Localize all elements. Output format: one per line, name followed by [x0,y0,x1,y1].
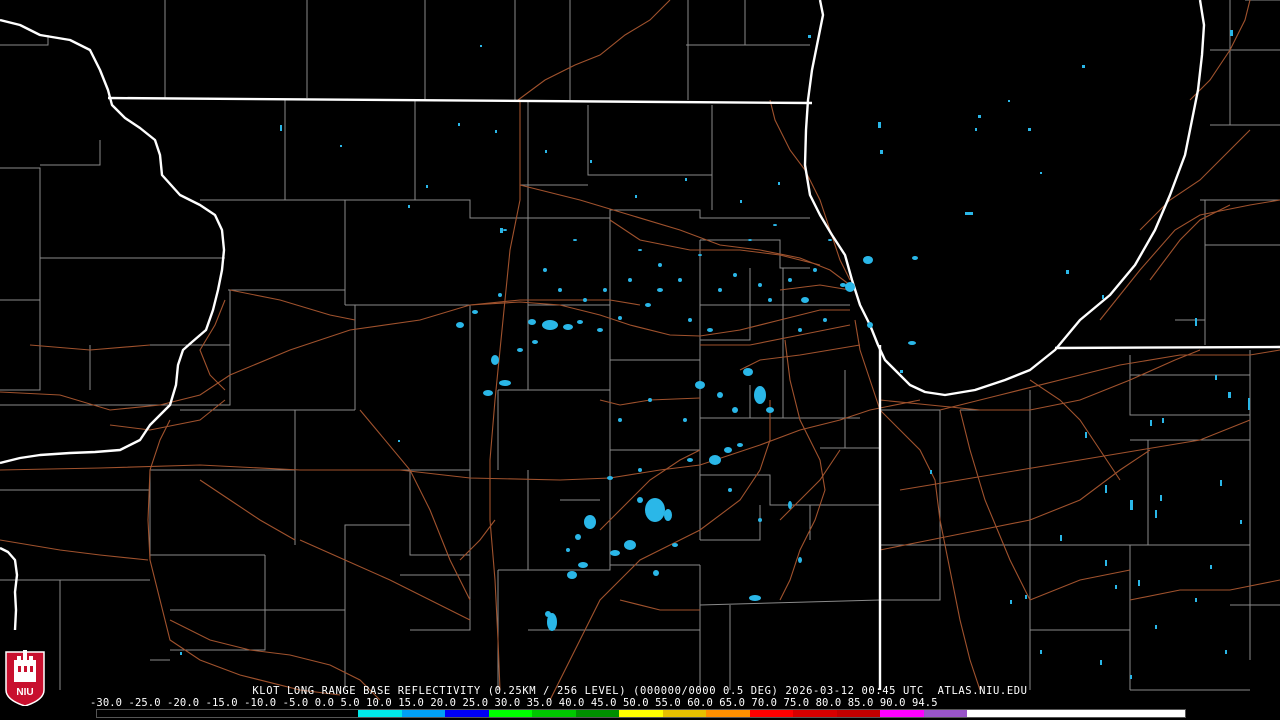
colorbar-segment [271,710,315,717]
reflectivity-colorbar [96,709,1186,718]
colorbar-segment [880,710,924,717]
colorbar-segment [401,710,446,717]
colorbar-segment [662,710,707,717]
colorbar-segment [358,710,402,717]
reflectivity-scale-labels: -30.0 -25.0 -20.0 -15.0 -10.0 -5.0 0.0 5… [90,697,938,709]
colorbar-segment [1141,710,1185,717]
colorbar-segment [967,710,1011,717]
colorbar-segment [1054,710,1098,717]
colorbar-segment [793,710,837,717]
colorbar-segment [184,710,228,717]
colorbar-segment [1097,710,1142,717]
colorbar-segment [836,710,881,717]
colorbar-segment [140,710,185,717]
colorbar-segment [619,710,663,717]
colorbar-segment [706,710,750,717]
colorbar-segment [445,710,489,717]
colorbar-segment [314,710,359,717]
colorbar-segment [532,710,576,717]
colorbar-segment [749,710,794,717]
map-caption: KLOT LONG RANGE BASE REFLECTIVITY (0.25K… [252,685,1028,697]
colorbar-segment [923,710,968,717]
colorbar-segment [97,710,141,717]
colorbar-segment [488,710,533,717]
colorbar-segment [575,710,620,717]
colorbar-segment [227,710,272,717]
colorbar-segment [1010,710,1055,717]
radar-map [0,0,1280,720]
niu-logo: NIU [5,650,45,706]
